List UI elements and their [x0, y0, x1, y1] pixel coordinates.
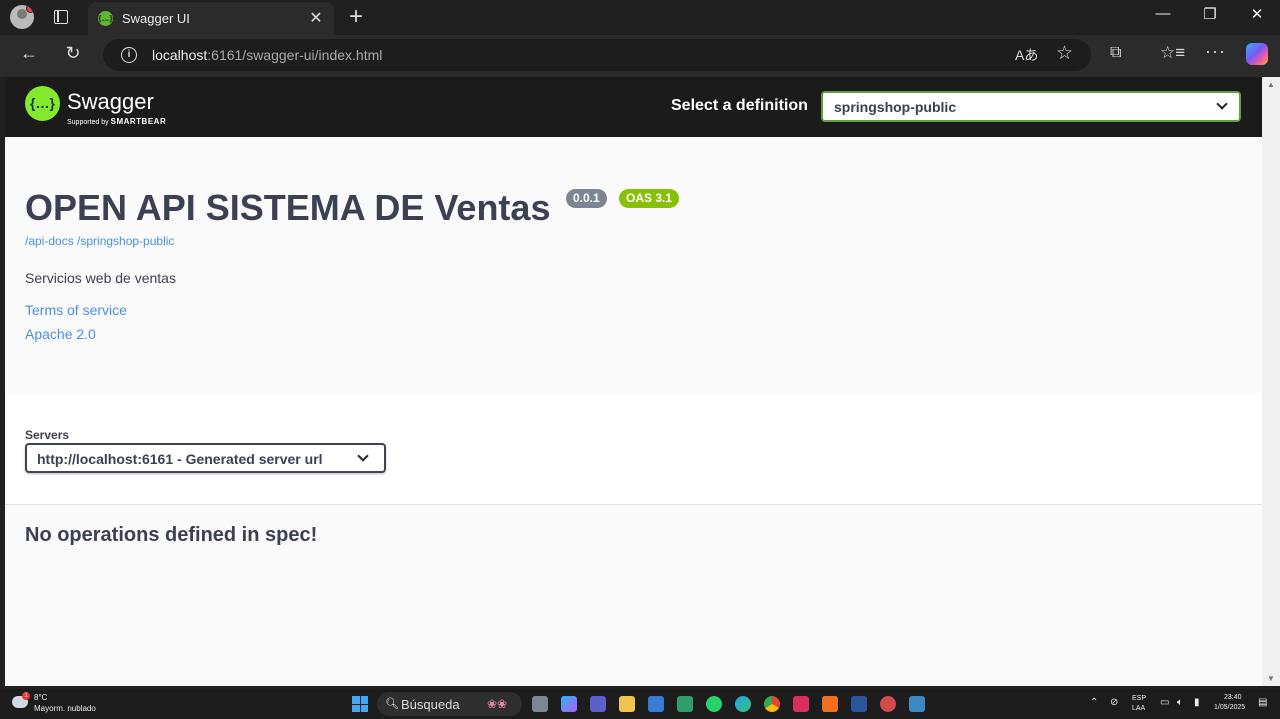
store-icon[interactable]	[648, 696, 664, 712]
page-scrollbar[interactable]: ▲ ▼	[1262, 77, 1280, 686]
more-menu-icon[interactable]: ···	[1205, 41, 1226, 62]
profile-avatar[interactable]	[10, 5, 34, 29]
terms-of-service-link[interactable]: Terms of service	[25, 302, 127, 318]
minimize-icon[interactable]: —	[1148, 5, 1178, 22]
language-secondary[interactable]: LAA	[1132, 705, 1145, 712]
oas-badge: OAS 3.1	[619, 189, 680, 208]
supported-by-text: Supported by SMARTBEAR	[67, 117, 166, 126]
back-arrow-icon[interactable]: ←	[16, 43, 42, 64]
swagger-topbar: {…} Swagger Supported by SMARTBEAR Selec…	[5, 77, 1262, 137]
edge-icon[interactable]	[735, 696, 751, 712]
close-tab-icon[interactable]: ✕	[306, 8, 326, 28]
site-info-icon[interactable]: i	[121, 47, 137, 63]
search-highlight-icon: ❀❀	[487, 697, 508, 711]
weather-description[interactable]: Mayorm. nublado	[34, 704, 96, 713]
restore-icon[interactable]: ❐	[1195, 5, 1225, 23]
reload-icon[interactable]: ↻	[60, 43, 86, 64]
close-window-icon[interactable]: ✕	[1242, 5, 1272, 23]
server-select-value: http://localhost:6161 - Generated server…	[37, 451, 323, 467]
url-host: localhost	[152, 47, 208, 63]
address-bar[interactable]: i localhost:6161/swagger-ui/index.html A…	[103, 39, 1091, 71]
api-title: OPEN API SISTEMA DE Ventas	[25, 187, 551, 228]
api-description: Servicios web de ventas	[25, 270, 176, 286]
app-icon[interactable]	[880, 696, 896, 712]
definition-select-value: springshop-public	[834, 99, 957, 115]
browser-tab-swagger[interactable]: {…} Swagger UI ✕	[88, 2, 334, 35]
tab-actions-icon[interactable]	[54, 10, 68, 24]
copilot-icon[interactable]	[1246, 43, 1268, 65]
weather-temperature[interactable]: 8°C	[34, 693, 47, 702]
search-icon: 🔍︎	[385, 698, 399, 710]
select-definition-label: Select a definition	[671, 97, 808, 114]
browser-toolbar: ← ↻ i localhost:6161/swagger-ui/index.ht…	[0, 35, 1280, 77]
scroll-up-icon[interactable]: ▲	[1267, 80, 1275, 89]
chevron-down-icon	[1217, 100, 1227, 110]
display-icon[interactable]: ▭	[1160, 697, 1169, 708]
windows-taskbar: 1 8°C Mayorm. nublado 🔍︎ Búsqueda ❀❀ ⌃ ⊘…	[0, 689, 1280, 719]
license-link[interactable]: Apache 2.0	[25, 326, 96, 342]
extensions-icon[interactable]: ⧉	[1110, 44, 1121, 62]
notification-dot	[26, 5, 34, 13]
teams-icon[interactable]	[590, 696, 606, 712]
notifications-icon[interactable]: ▤	[1258, 697, 1267, 708]
definition-select[interactable]: springshop-public	[821, 91, 1241, 122]
file-explorer-icon[interactable]	[619, 696, 635, 712]
page-content: {…} Swagger Supported by SMARTBEAR Selec…	[5, 77, 1262, 686]
app-icon[interactable]	[909, 696, 925, 712]
read-aloud-icon[interactable]: Aあ	[1015, 45, 1038, 65]
server-select[interactable]: http://localhost:6161 - Generated server…	[25, 443, 386, 473]
volume-icon[interactable]: 🔈︎	[1177, 697, 1183, 708]
smartbear-label: SMARTBEAR	[110, 117, 167, 126]
spec-url-link[interactable]: /api-docs /springshop-public	[25, 234, 174, 248]
swagger-logo-text: Swagger	[67, 89, 154, 114]
taskbar-search[interactable]: 🔍︎ Búsqueda ❀❀	[377, 692, 522, 716]
url-text: localhost:6161/swagger-ui/index.html	[152, 47, 382, 63]
windows-start-icon[interactable]	[352, 696, 368, 712]
word-icon[interactable]	[851, 696, 867, 712]
swagger-favicon-icon: {…}	[98, 11, 113, 26]
battery-icon[interactable]: ▮	[1194, 697, 1200, 708]
xampp-icon[interactable]	[822, 696, 838, 712]
copilot-app-icon[interactable]	[561, 696, 577, 712]
app-icon[interactable]	[677, 696, 693, 712]
servers-label: Servers	[25, 428, 70, 442]
language-primary[interactable]: ESP	[1132, 695, 1146, 702]
clock-time[interactable]: 23:40	[1224, 694, 1242, 701]
network-off-icon[interactable]: ⊘	[1110, 697, 1118, 708]
version-badge: 0.0.1	[566, 189, 607, 208]
chrome-icon[interactable]	[764, 696, 780, 712]
chevron-down-icon	[358, 452, 368, 462]
tray-chevron-up-icon[interactable]: ⌃	[1090, 697, 1098, 708]
taskbar-search-label: Búsqueda	[401, 697, 460, 712]
swagger-logo-icon[interactable]: {…}	[25, 86, 60, 121]
favorite-star-icon[interactable]: ☆	[1056, 42, 1073, 65]
clock-date[interactable]: 1/05/2025	[1214, 704, 1245, 711]
scroll-down-icon[interactable]: ▼	[1267, 674, 1275, 683]
intellij-icon[interactable]	[793, 696, 809, 712]
favorites-icon[interactable]: ☆≡	[1160, 43, 1185, 63]
task-view-icon[interactable]	[532, 696, 548, 712]
weather-alert-badge: 1	[22, 692, 30, 700]
no-operations-message: No operations defined in spec!	[25, 524, 318, 546]
url-path: :6161/swagger-ui/index.html	[207, 47, 383, 63]
servers-section: Servers http://localhost:6161 - Generate…	[5, 393, 1262, 505]
browser-tab-strip: {…} Swagger UI ✕ + — ❐ ✕	[0, 0, 1280, 35]
tab-title: Swagger UI	[122, 11, 190, 26]
supported-by-label: Supported by	[67, 119, 109, 126]
whatsapp-icon[interactable]	[706, 696, 722, 712]
new-tab-icon[interactable]: +	[344, 3, 368, 31]
